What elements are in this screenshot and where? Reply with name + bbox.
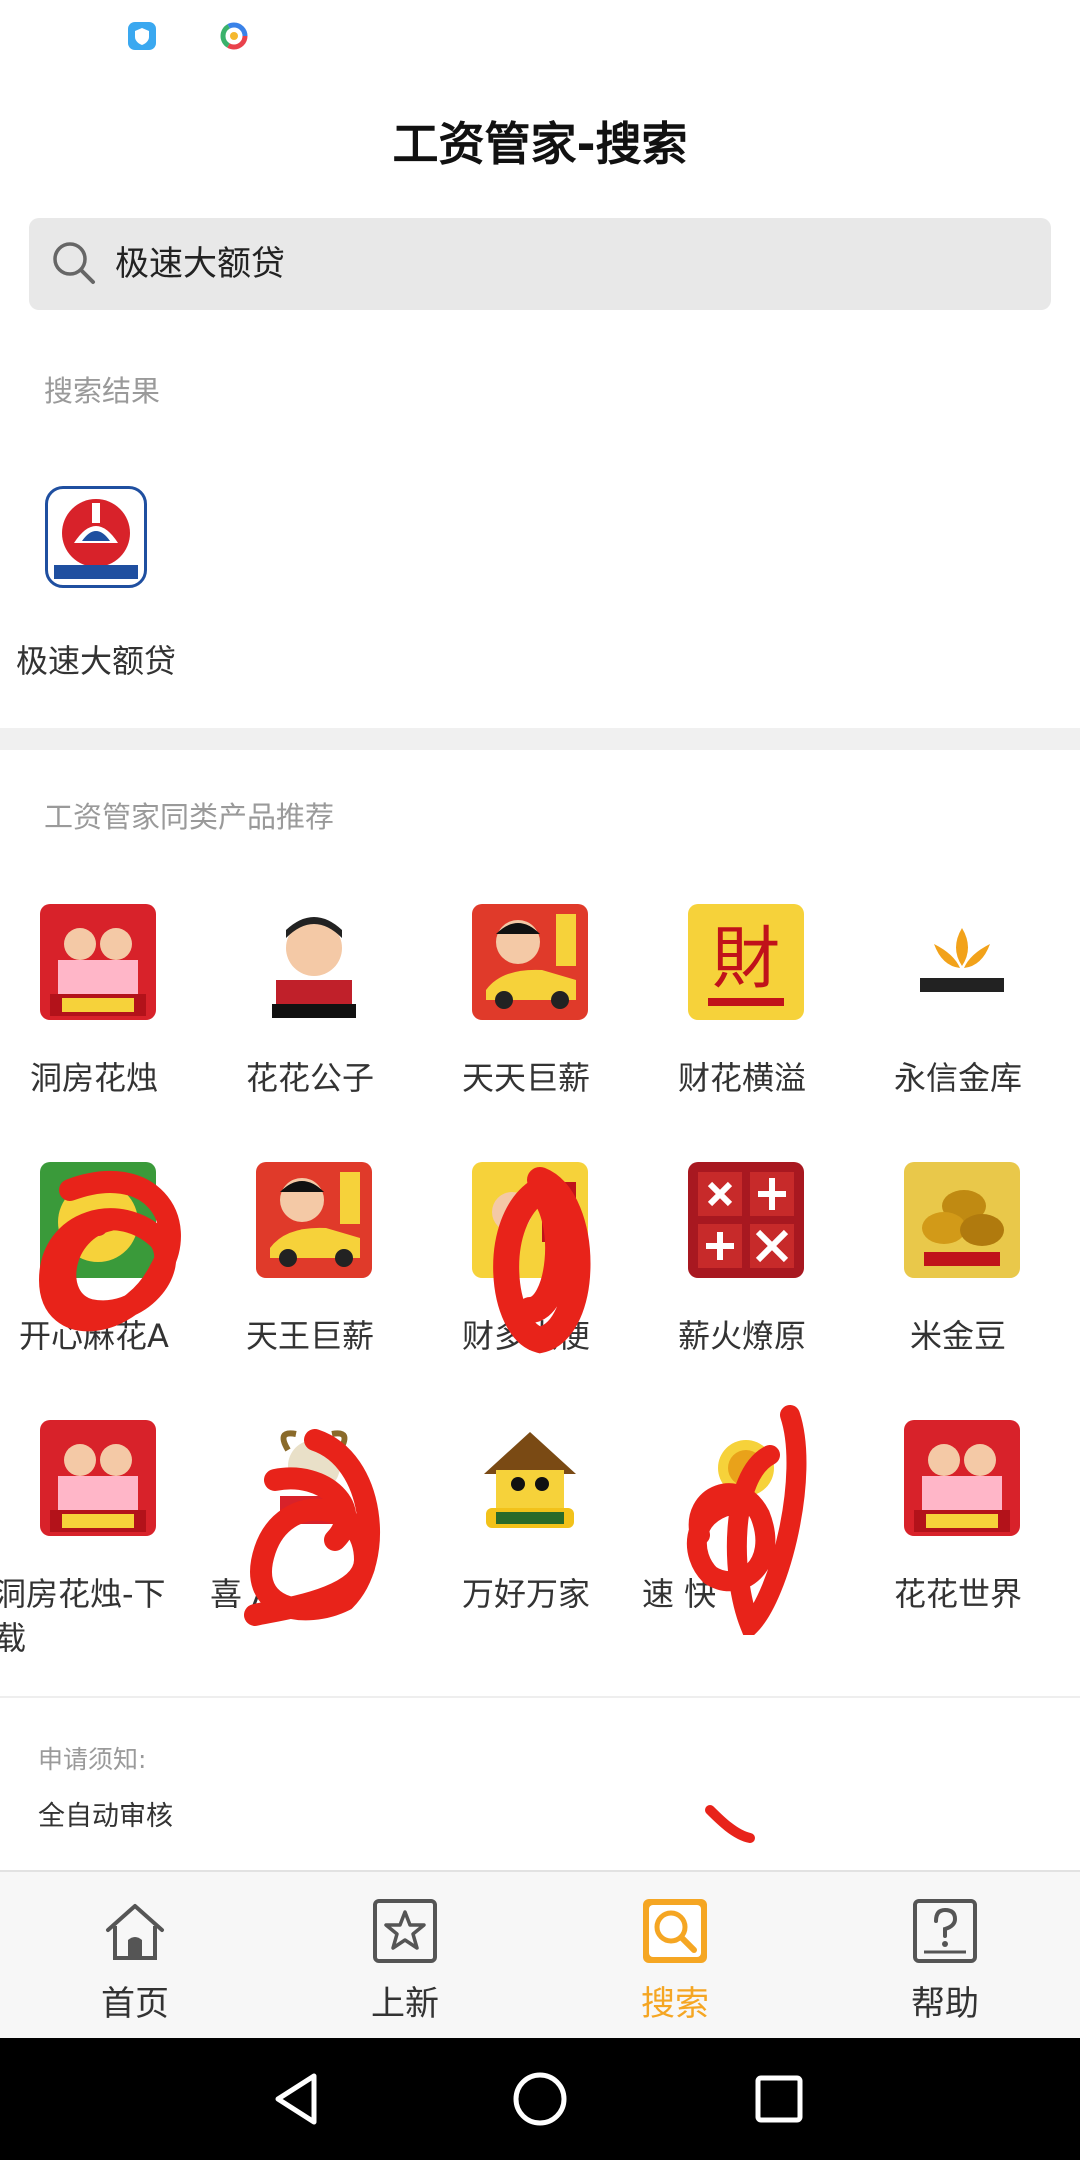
jisudaedai-logo-icon: [45, 486, 147, 588]
recommend-item[interactable]: 財财花横溢: [634, 880, 850, 1120]
recommend-item-label: 财多大便: [461, 1317, 590, 1355]
fire-text-icon: [688, 1162, 804, 1278]
couple-icon: [40, 1420, 156, 1536]
clown-icon: [40, 1162, 156, 1278]
home-icon: [106, 1904, 164, 1960]
recommend-item[interactable]: 天王巨薪: [202, 1138, 418, 1378]
status-bar: [0, 0, 1080, 72]
notice-text: 全自动审核: [38, 1801, 173, 1832]
car-boy-icon: [472, 904, 588, 1020]
recommend-label: 工资管家同类产品推荐: [44, 800, 335, 834]
recommend-item[interactable]: 财多大便: [418, 1138, 634, 1378]
home-circle-icon[interactable]: [507, 2066, 573, 2132]
recommend-item[interactable]: 花花公子: [202, 880, 418, 1120]
recommend-item-label: 速 快: [642, 1575, 717, 1613]
recommend-item[interactable]: 万好万家: [418, 1396, 634, 1636]
recommend-item-label: 花花公子: [245, 1059, 374, 1097]
couple-icon: [904, 1420, 1020, 1536]
back-icon[interactable]: [264, 2066, 330, 2132]
search-query: 极速大额贷: [115, 244, 285, 284]
search-icon: [53, 242, 95, 284]
recommend-item-label: 天天巨薪: [461, 1059, 590, 1097]
recommend-item-label: 米金豆: [909, 1317, 1006, 1355]
system-nav-bar: [0, 2038, 1080, 2160]
cartoon-icon: [472, 1162, 588, 1278]
car-boy-icon: [256, 1162, 372, 1278]
tab-help[interactable]: 帮助: [810, 1872, 1080, 2040]
page-title: 工资管家-搜索: [392, 117, 688, 171]
recommend-item[interactable]: 米金豆: [850, 1138, 1066, 1378]
couple-icon: [40, 904, 156, 1020]
recommend-item-label: 开心麻花A: [19, 1317, 169, 1355]
tab-label: 帮助: [911, 1984, 979, 2024]
colorful-ring-icon: [220, 22, 248, 50]
tab-label: 上新: [371, 1984, 439, 2024]
result-item-label: 极速大额贷: [15, 642, 176, 680]
coin-icon: [688, 1420, 804, 1536]
search-icon: [643, 1899, 707, 1963]
tab-search[interactable]: 搜索: [540, 1872, 810, 2040]
recommend-item-label: 永信金库: [893, 1059, 1022, 1097]
recommend-item[interactable]: 薪火燎原: [634, 1138, 850, 1378]
svg-text:財: 財: [712, 920, 780, 999]
notice-divider: [0, 1696, 1080, 1698]
recommend-item-label: 喜 A: [210, 1575, 275, 1613]
bottom-tab-bar: 首页 上新 搜索 帮助: [0, 1870, 1080, 2038]
star-icon: [373, 1899, 437, 1963]
recommend-item-label: 万好万家: [461, 1575, 590, 1613]
tab-label: 搜索: [641, 1984, 709, 2024]
recommend-item[interactable]: 花花世界: [850, 1396, 1066, 1636]
result-item[interactable]: 极速大额贷: [0, 470, 192, 690]
recommend-item[interactable]: 洞房花烛: [0, 880, 202, 1120]
notice-title: 申请须知:: [38, 1745, 147, 1774]
money-house-icon: [472, 1420, 588, 1536]
search-input[interactable]: 极速大额贷: [29, 218, 1051, 310]
cai-icon: 財: [688, 904, 804, 1020]
recommend-item[interactable]: 喜 A: [202, 1396, 418, 1636]
recommend-item-label: 洞房花烛: [29, 1059, 158, 1097]
tab-new[interactable]: 上新: [270, 1872, 540, 2040]
recents-icon[interactable]: [746, 2066, 812, 2132]
goat-icon: [256, 1420, 372, 1536]
recommend-item-label: 天王巨薪: [245, 1317, 374, 1355]
beans-icon: [904, 1162, 1020, 1278]
recommend-item-label: 薪火燎原: [677, 1317, 806, 1355]
shield-icon: [128, 22, 156, 50]
recommend-item[interactable]: 天天巨薪: [418, 880, 634, 1120]
results-label: 搜索结果: [44, 374, 161, 408]
scribble-mark: [705, 1805, 755, 1843]
recommend-item-label: 财花横溢: [677, 1059, 806, 1097]
recommend-item[interactable]: 洞房花烛-下载: [0, 1396, 202, 1657]
recommend-item[interactable]: 永信金库: [850, 880, 1066, 1120]
section-divider: [0, 728, 1080, 750]
playboy-icon: [256, 904, 372, 1020]
tab-home[interactable]: 首页: [0, 1872, 270, 2040]
tab-label: 首页: [101, 1984, 169, 2024]
help-icon: [913, 1899, 977, 1963]
recommend-item[interactable]: 速 快: [634, 1396, 850, 1636]
recommend-item-label: 花花世界: [893, 1575, 1022, 1613]
recommend-item[interactable]: 开心麻花A: [0, 1138, 202, 1378]
recommend-item-label: 洞房花烛-下载: [0, 1575, 166, 1657]
lotus-icon: [904, 904, 1020, 1020]
